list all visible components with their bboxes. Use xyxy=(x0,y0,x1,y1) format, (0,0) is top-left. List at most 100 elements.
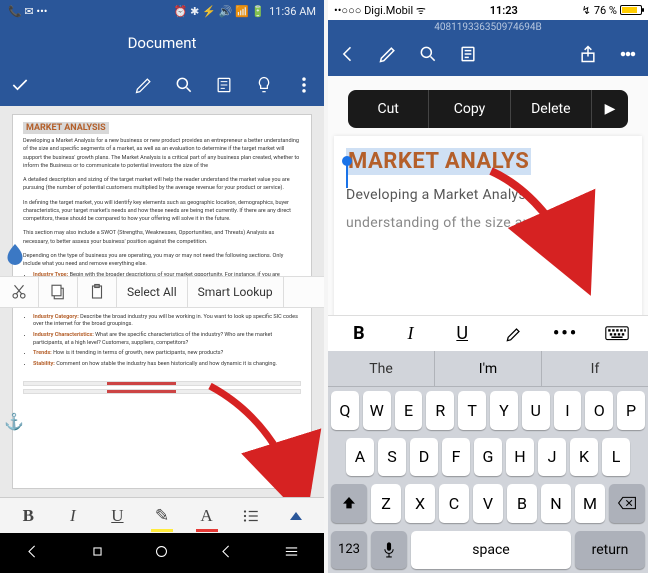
letter-key[interactable]: M xyxy=(575,484,605,523)
highlight-button[interactable] xyxy=(491,320,537,348)
expand-format-button[interactable] xyxy=(281,502,311,530)
ios-format-bar: B I U ••• xyxy=(328,315,648,351)
letter-key[interactable]: T xyxy=(458,391,486,430)
letter-key[interactable]: A xyxy=(346,438,374,477)
body-text[interactable]: In defining the target market, you will … xyxy=(23,199,301,224)
back-icon[interactable] xyxy=(24,543,41,564)
letter-key[interactable]: F xyxy=(442,438,470,477)
letter-key[interactable]: Y xyxy=(490,391,518,430)
letter-key[interactable]: R xyxy=(426,391,454,430)
letter-key[interactable]: L xyxy=(602,438,630,477)
space-key[interactable]: space xyxy=(411,531,571,570)
bullet-list-button[interactable] xyxy=(236,502,266,530)
body-text[interactable]: Developing a Market Analys xyxy=(346,187,630,203)
bold-button[interactable]: B xyxy=(336,320,382,348)
body-text[interactable]: understanding of the size an xyxy=(346,215,630,231)
dictation-key[interactable] xyxy=(371,531,407,570)
body-text[interactable]: A detailed description and sizing of the… xyxy=(23,176,301,193)
lightbulb-icon[interactable] xyxy=(254,75,274,95)
back-icon[interactable] xyxy=(338,44,358,68)
cut-button[interactable]: Cut xyxy=(348,90,429,128)
letter-key[interactable]: X xyxy=(405,484,435,523)
letter-key[interactable]: B xyxy=(507,484,537,523)
back-alt-icon[interactable] xyxy=(218,543,235,564)
letter-key[interactable]: W xyxy=(363,391,391,430)
underline-button[interactable]: U xyxy=(102,502,132,530)
overflow-menu-icon[interactable] xyxy=(618,44,638,68)
body-text[interactable]: This section may also include a SWOT (St… xyxy=(23,229,301,246)
underline-button[interactable]: U xyxy=(439,320,485,348)
letter-key[interactable]: Q xyxy=(331,391,359,430)
prediction[interactable]: I'm xyxy=(435,351,542,386)
list-item[interactable]: Trends: How is it trending in terms of g… xyxy=(33,350,301,358)
letter-key[interactable]: E xyxy=(395,391,423,430)
select-all-button[interactable]: Select All xyxy=(117,277,188,307)
share-icon[interactable] xyxy=(578,44,598,68)
highlight-button[interactable]: ✎ xyxy=(147,502,177,530)
letter-key[interactable]: V xyxy=(473,484,503,523)
font-color-button[interactable]: A xyxy=(192,502,222,530)
overflow-menu-icon[interactable] xyxy=(294,75,314,95)
android-status-bar: 📞 ✉ ••• ⏰ ✱ ⚡ 🔊 📶 🔋11:36 AM xyxy=(0,0,324,22)
letter-key[interactable]: Z xyxy=(371,484,401,523)
key-row: 123 space return xyxy=(328,527,648,573)
selection-context-bar: Select All Smart Lookup xyxy=(0,276,324,308)
android-format-bar: B I U ✎ A xyxy=(0,497,324,533)
progress-bars xyxy=(23,381,301,394)
cut-button[interactable] xyxy=(0,277,39,307)
read-mode-icon[interactable] xyxy=(214,75,234,95)
pen-icon[interactable] xyxy=(378,44,398,68)
italic-button[interactable]: I xyxy=(388,320,434,348)
document-page[interactable]: MARKET ANALYS Developing a Market Analys… xyxy=(334,136,642,315)
home-circle-icon[interactable] xyxy=(153,543,170,564)
letter-key[interactable]: U xyxy=(522,391,550,430)
smart-lookup-button[interactable]: Smart Lookup xyxy=(188,277,284,307)
letter-key[interactable]: S xyxy=(378,438,406,477)
letter-key[interactable]: D xyxy=(410,438,438,477)
pen-icon[interactable] xyxy=(134,75,154,95)
prediction[interactable]: If xyxy=(542,351,648,386)
letter-key[interactable]: I xyxy=(554,391,582,430)
more-formatting-button[interactable]: ••• xyxy=(543,320,589,348)
ios-document-area[interactable]: Cut Copy Delete ▶ MARKET ANALYS Developi… xyxy=(328,76,648,315)
letter-key[interactable]: P xyxy=(617,391,645,430)
recents-icon[interactable] xyxy=(283,543,300,564)
document-id-label: 408119336350974694B xyxy=(328,20,648,36)
delete-button[interactable]: Delete xyxy=(511,90,592,128)
done-check-icon[interactable] xyxy=(10,75,30,95)
copy-button[interactable]: Copy xyxy=(429,90,510,128)
body-text[interactable]: Depending on the type of business you ar… xyxy=(23,252,301,269)
section-heading[interactable]: MARKET ANALYSIS xyxy=(23,122,109,134)
read-mode-icon[interactable] xyxy=(458,44,478,68)
copy-button[interactable] xyxy=(39,277,78,307)
bold-button[interactable]: B xyxy=(13,502,43,530)
prediction[interactable]: The xyxy=(328,351,435,386)
letter-key[interactable]: J xyxy=(538,438,566,477)
selection-handle-icon[interactable] xyxy=(6,244,24,266)
return-key[interactable]: return xyxy=(575,531,645,570)
italic-button[interactable]: I xyxy=(58,502,88,530)
letter-key[interactable]: H xyxy=(506,438,534,477)
letter-key[interactable]: O xyxy=(585,391,613,430)
number-mode-key[interactable]: 123 xyxy=(331,531,367,570)
letter-key[interactable]: G xyxy=(474,438,502,477)
letter-key[interactable]: N xyxy=(541,484,571,523)
more-actions-button[interactable]: ▶ xyxy=(592,90,628,128)
paste-button[interactable] xyxy=(78,277,117,307)
selection-handle-icon[interactable] xyxy=(346,162,348,188)
body-text[interactable]: Developing a Market Analysis for a new b… xyxy=(23,137,301,170)
section-heading[interactable]: MARKET ANALYS xyxy=(346,148,531,175)
list-item[interactable]: Industry Category: Describe the broad in… xyxy=(33,314,301,329)
letter-key[interactable]: C xyxy=(439,484,469,523)
search-icon[interactable] xyxy=(174,75,194,95)
letter-key[interactable]: K xyxy=(570,438,598,477)
home-icon[interactable] xyxy=(89,543,106,564)
android-nav-bar xyxy=(0,533,324,573)
backspace-key[interactable] xyxy=(609,484,645,523)
list-item[interactable]: Industry Characteristics: What are the s… xyxy=(33,332,301,347)
keyboard-toggle-button[interactable] xyxy=(594,320,640,348)
shift-key[interactable] xyxy=(331,484,367,523)
search-icon[interactable] xyxy=(418,44,438,68)
android-document-area[interactable]: MARKET ANALYSIS Developing a Market Anal… xyxy=(0,106,324,497)
list-item[interactable]: Stability: Comment on how stable the ind… xyxy=(33,361,301,369)
